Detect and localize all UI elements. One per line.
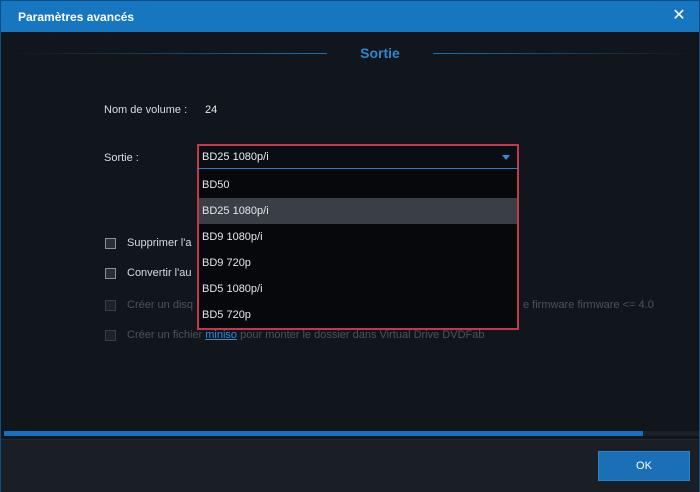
dropdown-option[interactable]: BD50 <box>199 172 517 198</box>
delete-checkbox-label: Supprimer l'a <box>127 237 192 249</box>
close-icon[interactable]: ✕ <box>671 8 687 24</box>
output-select-value: BD25 1080p/i <box>202 151 269 163</box>
create-disc-label-start: Créer un disq <box>127 299 194 311</box>
create-miniso-prefix: Créer un fichier <box>127 329 203 341</box>
output-dropdown-list: BD50 BD25 1080p/i BD9 1080p/i BD9 720p B… <box>197 169 519 330</box>
ok-button[interactable]: OK <box>598 451 690 481</box>
delete-checkbox[interactable] <box>105 238 116 249</box>
section-divider-left <box>11 53 327 54</box>
output-label: Sortie : <box>104 152 139 164</box>
volume-name-value: 24 <box>205 104 218 116</box>
dropdown-option[interactable]: BD5 1080p/i <box>199 276 517 302</box>
dropdown-option[interactable]: BD9 720p <box>199 250 517 276</box>
create-disc-label-end: e firmware firmware <= 4.0 <box>523 299 654 311</box>
title-bar: Paramètres avancés ✕ <box>1 1 699 32</box>
dropdown-option[interactable]: BD9 1080p/i <box>199 224 517 250</box>
advanced-settings-dialog: Paramètres avancés ✕ Sortie Nom de volum… <box>0 0 700 492</box>
dialog-footer: OK <box>1 439 699 492</box>
miniso-link[interactable]: miniso <box>205 329 237 341</box>
dropdown-option-selected[interactable]: BD25 1080p/i <box>199 198 517 224</box>
volume-name-label: Nom de volume : <box>104 104 188 116</box>
dropdown-option[interactable]: BD5 720p <box>199 302 517 328</box>
window-title: Paramètres avancés <box>18 9 135 24</box>
section-divider-right <box>433 53 691 54</box>
settings-panel: Sortie Nom de volume : 24 Sortie : BD25 … <box>1 32 699 440</box>
create-miniso-label: Créer un fichier miniso pour monter le d… <box>127 329 484 341</box>
create-miniso-checkbox[interactable] <box>105 330 116 341</box>
output-select[interactable]: BD25 1080p/i <box>197 144 519 168</box>
section-title: Sortie <box>360 45 400 61</box>
progress-bar <box>4 431 643 436</box>
convert-checkbox[interactable] <box>105 268 116 279</box>
chevron-down-icon[interactable] <box>502 155 510 160</box>
convert-checkbox-label: Convertir l'au <box>127 267 192 279</box>
create-miniso-suffix: pour monter le dossier dans Virtual Driv… <box>240 329 485 341</box>
create-disc-checkbox[interactable] <box>105 300 116 311</box>
